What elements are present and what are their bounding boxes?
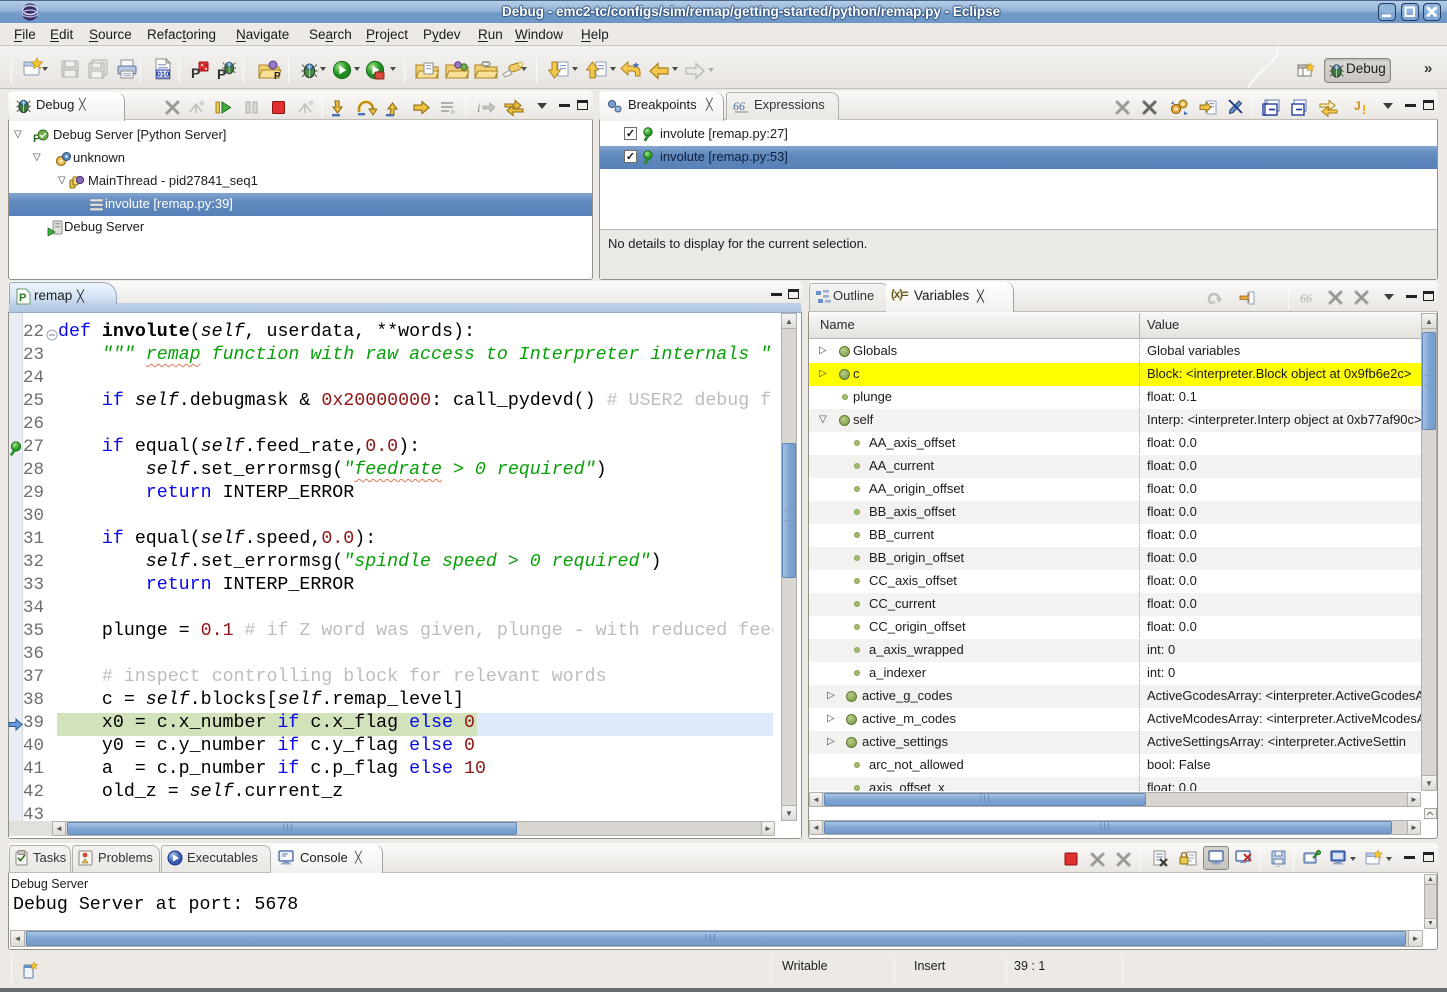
svg-text:J: J [1354, 99, 1361, 113]
svg-text:...: ... [1275, 863, 1280, 867]
svg-text:010: 010 [157, 70, 170, 79]
svg-text:66: 66 [1300, 291, 1312, 305]
svg-text:P: P [19, 292, 26, 304]
svg-text:P: P [274, 71, 281, 81]
svg-text:66: 66 [733, 99, 745, 113]
svg-text:i: i [477, 100, 481, 115]
svg-text:!: ! [1362, 102, 1366, 117]
